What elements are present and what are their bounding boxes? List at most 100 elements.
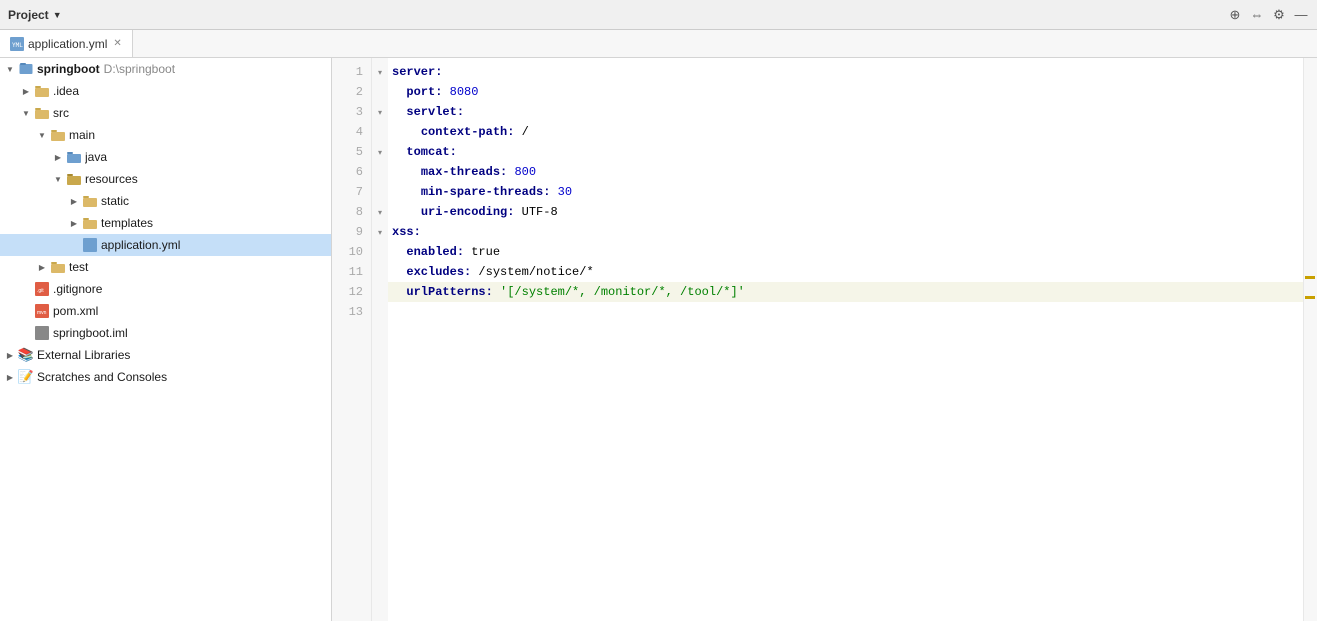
code-line-7: min-spare-threads: 30 <box>388 182 1303 202</box>
tab-filename: application.yml <box>28 37 107 51</box>
fold-6 <box>372 162 388 182</box>
svg-text:YML: YML <box>12 42 23 49</box>
sidebar-item-scratches[interactable]: 📝 Scratches and Consoles <box>0 366 331 388</box>
fold-13 <box>372 302 388 322</box>
fold-10 <box>372 242 388 262</box>
horizontal-split-icon[interactable]: ⇔ <box>1249 7 1265 23</box>
pom-label: pom.xml <box>53 304 327 318</box>
main-area: springbootD:\springboot .idea src mai <box>0 58 1317 621</box>
external-arrow <box>2 351 18 360</box>
code-line-3: servlet: <box>388 102 1303 122</box>
margin-marker-2 <box>1305 296 1315 299</box>
folder-static-icon <box>82 193 98 209</box>
tab-application-yml[interactable]: YML application.yml ✕ <box>0 30 133 57</box>
folder-idea-icon <box>34 83 50 99</box>
fold-gutter: ▾ ▾ ▾ ▾ ▾ <box>372 58 388 621</box>
code-line-12: urlPatterns: '[/system/*, /monitor/*, /t… <box>388 282 1303 302</box>
svg-text:mvn: mvn <box>37 310 47 316</box>
sidebar-item-java[interactable]: java <box>0 146 331 168</box>
fold-5[interactable]: ▾ <box>372 142 388 162</box>
code-line-2: port: 8080 <box>388 82 1303 102</box>
fold-8[interactable]: ▾ <box>372 202 388 222</box>
line-num-12: 12 <box>332 282 371 302</box>
add-content-icon[interactable]: ⊕ <box>1227 7 1243 23</box>
line-num-4: 4 <box>332 122 371 142</box>
test-arrow <box>34 263 50 272</box>
svg-text:.git: .git <box>37 288 44 294</box>
line-num-3: 3 <box>332 102 371 122</box>
line-num-13: 13 <box>332 302 371 322</box>
sidebar-item-pom-xml[interactable]: mvn pom.xml <box>0 300 331 322</box>
folder-java-icon <box>66 149 82 165</box>
sidebar-item-test[interactable]: test <box>0 256 331 278</box>
sidebar-item-application-yml[interactable]: application.yml <box>0 234 331 256</box>
project-label: Project <box>8 8 49 22</box>
resources-arrow <box>50 175 66 184</box>
code-line-13 <box>388 302 1303 322</box>
line-num-10: 10 <box>332 242 371 262</box>
settings-icon[interactable]: ⚙ <box>1271 7 1287 23</box>
line-num-9: 9 <box>332 222 371 242</box>
sidebar-item-iml[interactable]: springboot.iml <box>0 322 331 344</box>
close-panel-icon[interactable]: — <box>1293 7 1309 23</box>
line-num-5: 5 <box>332 142 371 162</box>
idea-arrow <box>18 87 34 96</box>
project-dropdown[interactable]: Project ▼ <box>8 8 62 22</box>
fold-9[interactable]: ▾ <box>372 222 388 242</box>
code-line-9: xss: <box>388 222 1303 242</box>
resources-label: resources <box>85 172 327 186</box>
folder-resources-icon <box>66 171 82 187</box>
folder-main-icon <box>50 127 66 143</box>
fold-11 <box>372 262 388 282</box>
fold-3[interactable]: ▾ <box>372 102 388 122</box>
tab-close-icon[interactable]: ✕ <box>113 38 121 49</box>
sidebar-item-external-libraries[interactable]: 📚 External Libraries <box>0 344 331 366</box>
code-line-1: server: <box>388 62 1303 82</box>
fold-1[interactable]: ▾ <box>372 62 388 82</box>
external-libraries-label: External Libraries <box>37 348 327 362</box>
java-arrow <box>50 153 66 162</box>
iml-label: springboot.iml <box>53 326 327 340</box>
application-yml-label: application.yml <box>101 238 327 252</box>
project-sidebar: springbootD:\springboot .idea src mai <box>0 58 332 621</box>
code-editor[interactable]: server: port: 8080 servlet: context-path… <box>388 58 1303 621</box>
code-line-6: max-threads: 800 <box>388 162 1303 182</box>
sidebar-item-templates[interactable]: templates <box>0 212 331 234</box>
folder-test-icon <box>50 259 66 275</box>
scratches-icon: 📝 <box>18 369 34 385</box>
line-num-1: 1 <box>332 62 371 82</box>
gitignore-label: .gitignore <box>53 282 327 296</box>
static-arrow <box>66 197 82 206</box>
main-arrow <box>34 131 50 140</box>
folder-templates-icon <box>82 215 98 231</box>
line-numbers: 1 2 3 4 5 6 7 8 9 10 11 12 13 <box>332 58 372 621</box>
folder-src-icon <box>34 105 50 121</box>
right-margin <box>1303 58 1317 621</box>
sidebar-item-gitignore[interactable]: .git .gitignore <box>0 278 331 300</box>
external-libraries-icon: 📚 <box>18 347 34 363</box>
line-num-2: 2 <box>332 82 371 102</box>
static-label: static <box>101 194 327 208</box>
fold-12 <box>372 282 388 302</box>
code-line-10: enabled: true <box>388 242 1303 262</box>
templates-arrow <box>66 219 82 228</box>
fold-2 <box>372 82 388 102</box>
sidebar-item-src[interactable]: src <box>0 102 331 124</box>
root-label: springbootD:\springboot <box>37 62 327 76</box>
tree-root[interactable]: springbootD:\springboot <box>0 58 331 80</box>
yaml-file-icon: YML <box>10 37 24 51</box>
sidebar-item-main[interactable]: main <box>0 124 331 146</box>
pom-file-icon: mvn <box>34 303 50 319</box>
code-line-4: context-path: / <box>388 122 1303 142</box>
fold-4 <box>372 122 388 142</box>
line-num-8: 8 <box>332 202 371 222</box>
code-line-11: excludes: /system/notice/* <box>388 262 1303 282</box>
iml-file-icon <box>34 325 50 341</box>
sidebar-item-resources[interactable]: resources <box>0 168 331 190</box>
sidebar-item-static[interactable]: static <box>0 190 331 212</box>
yaml-file-icon <box>82 237 98 253</box>
toolbar-icons: ⊕ ⇔ ⚙ — <box>1227 7 1309 23</box>
project-icon <box>18 61 34 77</box>
sidebar-item-idea[interactable]: .idea <box>0 80 331 102</box>
src-arrow <box>18 109 34 118</box>
